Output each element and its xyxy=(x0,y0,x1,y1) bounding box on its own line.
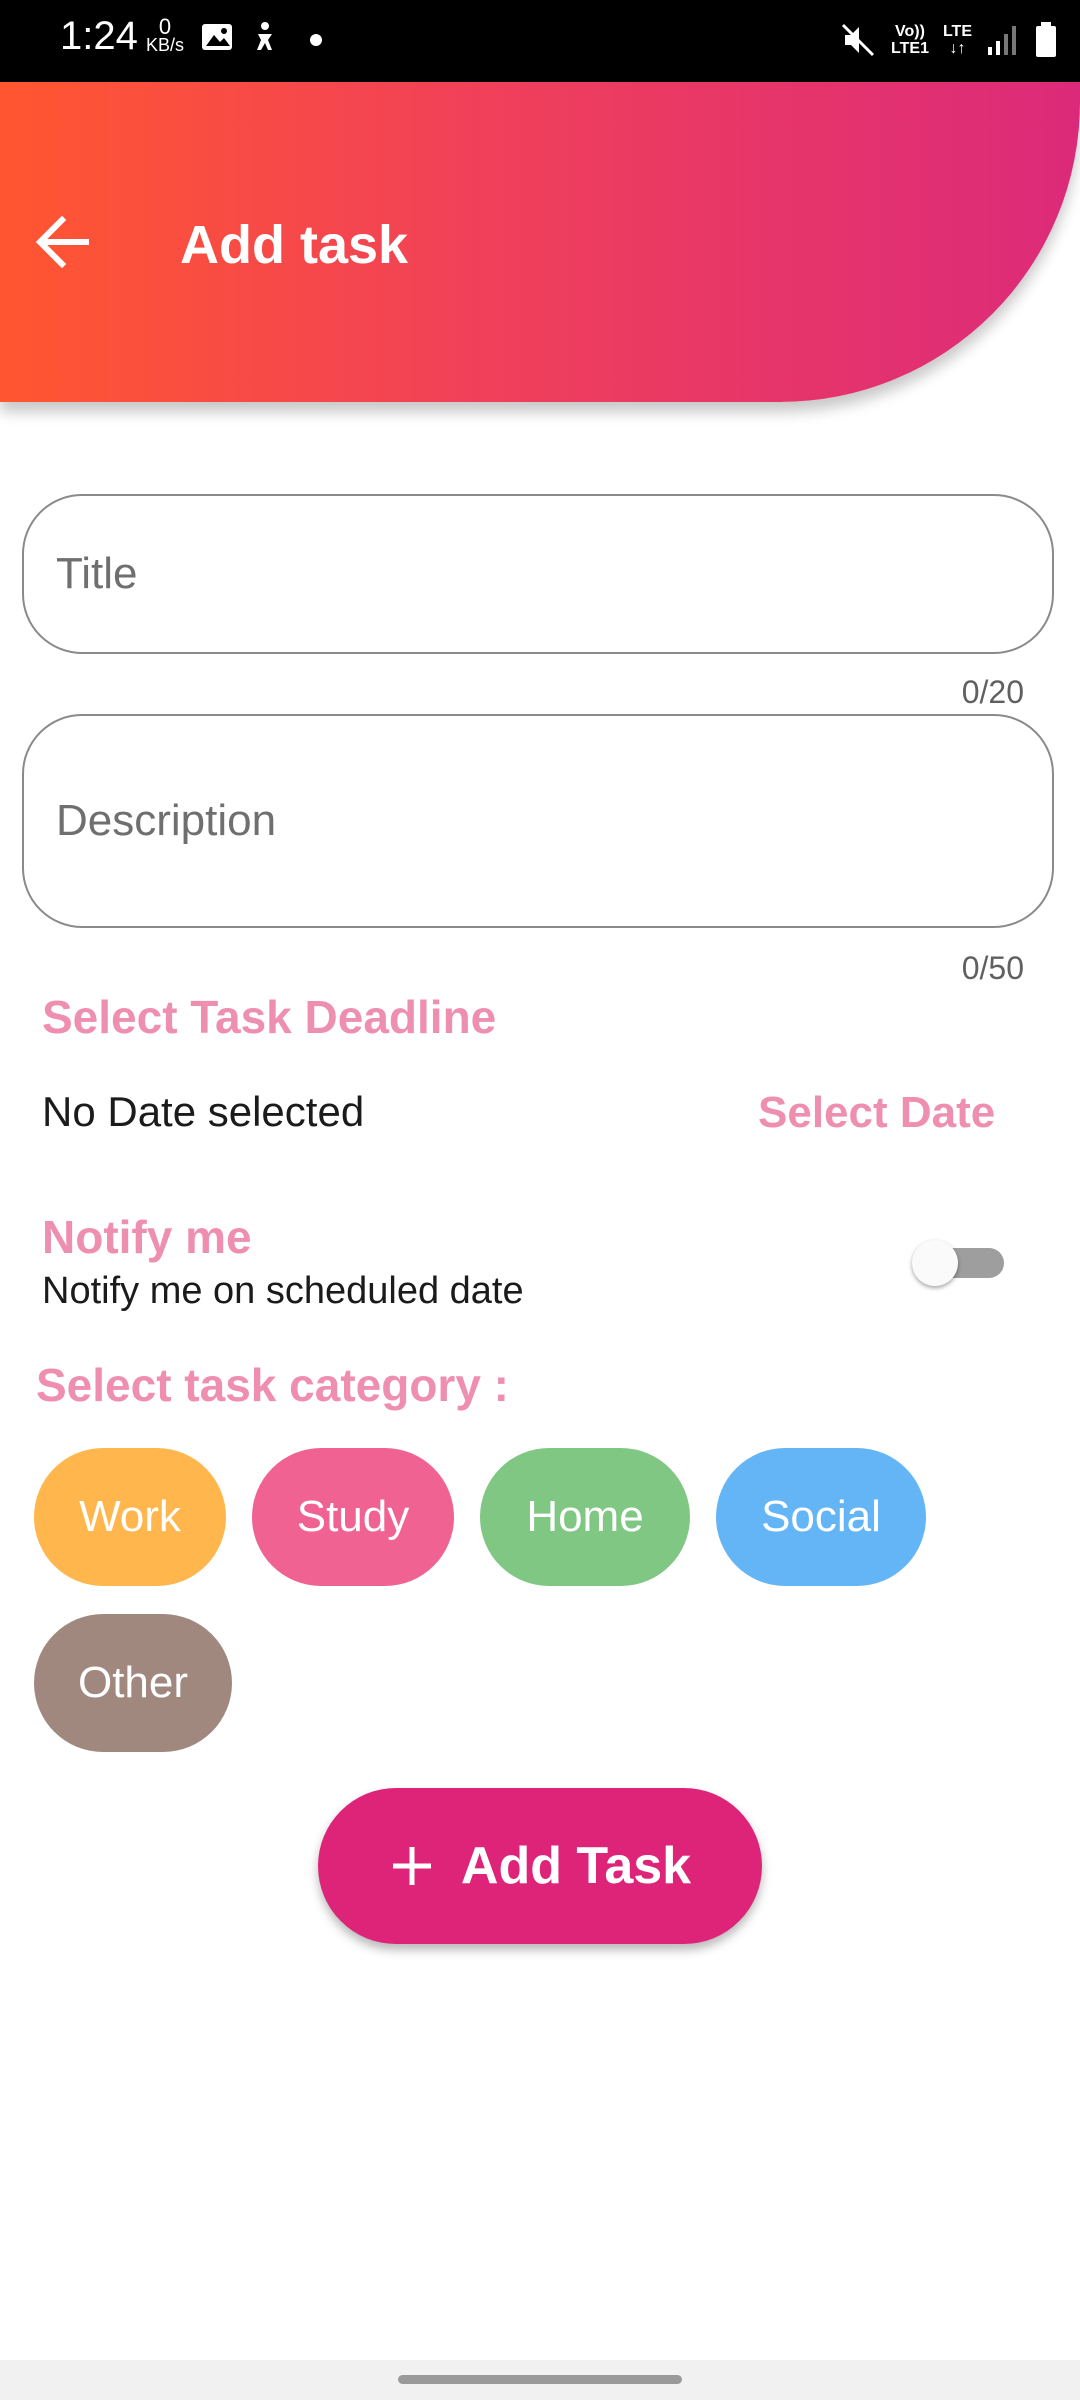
lte-arrows-icon: ↓↑ xyxy=(949,40,966,57)
page-title: Add task xyxy=(180,215,409,275)
toggle-thumb xyxy=(912,1240,958,1286)
selected-date-text: No Date selected xyxy=(42,1088,365,1135)
notify-subtitle: Notify me on scheduled date xyxy=(42,1270,524,1312)
category-chip-social[interactable]: Social xyxy=(716,1448,926,1586)
navigation-bar xyxy=(0,2360,1080,2400)
battery-icon xyxy=(1036,22,1056,57)
category-chip-other[interactable]: Other xyxy=(34,1614,232,1752)
status-time: 1:24 xyxy=(60,14,138,58)
select-date-button[interactable]: Select Date xyxy=(758,1088,995,1138)
notify-toggle[interactable] xyxy=(912,1240,1006,1286)
description-field[interactable] xyxy=(22,714,1054,928)
description-counter: 0/50 xyxy=(961,950,1024,986)
add-task-button[interactable]: Add Task xyxy=(318,1788,762,1944)
status-bar: 1:24 0 KB/s Vo)) LTE1 LTE ↓↑ xyxy=(0,0,1080,82)
volte-label: Vo)) xyxy=(895,23,925,40)
category-chip-work[interactable]: Work xyxy=(34,1448,226,1586)
lte-indicator: LTE ↓↑ xyxy=(943,23,972,57)
notification-dot xyxy=(310,34,322,46)
accessibility-icon xyxy=(257,22,272,50)
home-gesture-handle[interactable] xyxy=(398,2375,682,2384)
mute-icon xyxy=(841,23,875,57)
title-field[interactable] xyxy=(22,494,1054,654)
data-rate: 0 KB/s xyxy=(146,14,185,55)
category-chip-home[interactable]: Home xyxy=(480,1448,690,1586)
title-input[interactable] xyxy=(54,496,1022,652)
back-arrow-icon[interactable] xyxy=(34,212,94,272)
signal-icon xyxy=(988,26,1016,55)
add-task-label: Add Task xyxy=(460,1837,692,1895)
data-rate-value: 0 xyxy=(158,14,172,39)
notify-title: Notify me xyxy=(42,1211,252,1263)
lte-label: LTE xyxy=(942,23,972,40)
gallery-icon xyxy=(202,24,232,50)
description-input[interactable] xyxy=(54,716,1022,926)
volte-indicator: Vo)) LTE1 xyxy=(891,23,929,57)
app-header: Add task xyxy=(0,82,1080,402)
plus-icon xyxy=(392,1847,431,1885)
sim-label: LTE1 xyxy=(891,40,929,57)
status-right-icons: Vo)) LTE1 LTE ↓↑ xyxy=(839,18,1058,62)
deadline-section-title: Select Task Deadline xyxy=(42,991,497,1043)
title-counter: 0/20 xyxy=(961,674,1024,710)
category-section-title: Select task category : xyxy=(36,1359,510,1411)
category-chip-study[interactable]: Study xyxy=(252,1448,454,1586)
data-rate-unit: KB/s xyxy=(146,35,185,55)
